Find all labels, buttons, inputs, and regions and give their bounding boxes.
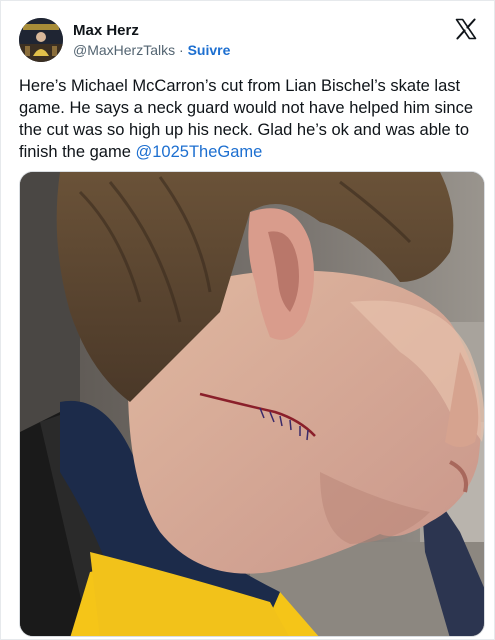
x-logo-icon[interactable] — [454, 17, 478, 41]
tweet-text: Here’s Michael McCarron’s cut from Lian … — [19, 75, 489, 163]
tweet-card: Max Herz @MaxHerzTalks · Suivre Here’s M… — [0, 0, 495, 640]
follow-button[interactable]: Suivre — [188, 42, 231, 58]
tweet-photo[interactable] — [19, 171, 485, 637]
author-handle-row: @MaxHerzTalks · Suivre — [73, 41, 230, 60]
photo-neck-cut-illustration — [20, 172, 484, 636]
tweet-header: Max Herz @MaxHerzTalks · Suivre — [19, 17, 230, 63]
mention-link[interactable]: @1025TheGame — [135, 143, 262, 161]
handle-separator: · — [175, 41, 188, 58]
author-display-name[interactable]: Max Herz — [73, 21, 230, 40]
author-info: Max Herz @MaxHerzTalks · Suivre — [73, 21, 230, 60]
author-avatar[interactable] — [19, 18, 63, 62]
author-handle[interactable]: @MaxHerzTalks — [73, 42, 175, 58]
